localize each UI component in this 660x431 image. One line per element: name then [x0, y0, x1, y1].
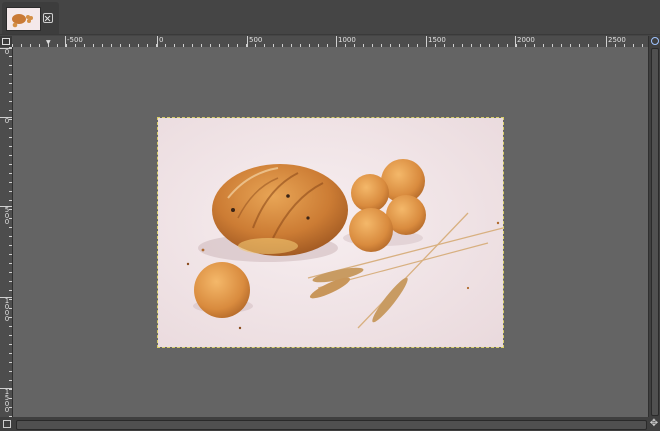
- vertical-ruler[interactable]: 0 0 500 1000 1500: [0, 47, 13, 417]
- navigate-icon[interactable]: [651, 37, 659, 45]
- image-tab[interactable]: [2, 2, 59, 34]
- ruler-h-label: -500: [67, 36, 83, 44]
- image-thumbnail[interactable]: [6, 7, 41, 31]
- ruler-h-label: 0: [159, 36, 164, 44]
- ruler-h-label: 1000: [338, 36, 356, 44]
- vertical-scroll-track[interactable]: [651, 48, 659, 416]
- image-layer[interactable]: [157, 117, 504, 348]
- ruler-h-label: 2500: [608, 36, 626, 44]
- ruler-h-label: 500: [249, 36, 263, 44]
- horizontal-scroll-track[interactable]: [16, 420, 647, 430]
- close-icon[interactable]: [43, 13, 53, 23]
- bread-photo: [158, 118, 503, 347]
- horizontal-scrollbar[interactable]: [13, 417, 648, 431]
- image-tab-bar: [0, 0, 660, 35]
- ruler-h-label: 1500: [428, 36, 446, 44]
- ruler-h-label: 2000: [517, 36, 535, 44]
- vertical-scrollbar[interactable]: [648, 36, 660, 417]
- ruler-corner-button[interactable]: [0, 36, 12, 47]
- move-icon[interactable]: ✥: [648, 417, 660, 431]
- quick-mask-icon[interactable]: [0, 417, 13, 431]
- canvas-area[interactable]: [13, 47, 648, 417]
